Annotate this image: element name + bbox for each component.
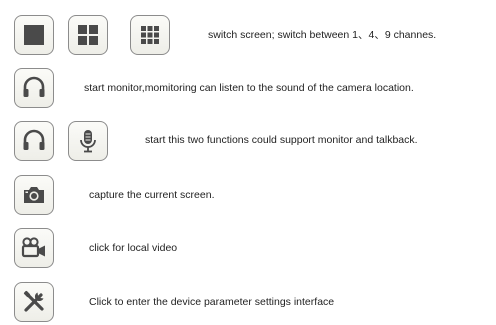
settings-button[interactable]	[14, 282, 54, 322]
capture-description: capture the current screen.	[89, 189, 215, 201]
microphone-icon	[74, 127, 102, 155]
four-screen-button[interactable]	[68, 15, 108, 55]
headphones-icon	[20, 74, 48, 102]
monitor-description: start monitor,momitoring can listen to t…	[84, 82, 414, 94]
monitor-button[interactable]	[14, 121, 54, 161]
single-screen-icon	[20, 21, 48, 49]
local-video-button[interactable]	[14, 228, 54, 268]
talkback-button[interactable]	[68, 121, 108, 161]
screen-switch-description: switch screen; switch between 1、4、9 chan…	[208, 29, 437, 41]
video-camera-icon	[20, 234, 48, 262]
monitor-talkback-description: start this two functions could support m…	[145, 134, 418, 146]
single-screen-button[interactable]	[14, 15, 54, 55]
nine-screen-icon	[136, 21, 164, 49]
headphones-icon	[20, 127, 48, 155]
camera-icon	[20, 181, 48, 209]
settings-tools-icon	[20, 288, 48, 316]
local-video-description: click for local video	[89, 242, 178, 254]
monitor-button[interactable]	[14, 68, 54, 108]
settings-description: Click to enter the device parameter sett…	[89, 296, 335, 308]
capture-button[interactable]	[14, 175, 54, 215]
nine-screen-button[interactable]	[130, 15, 170, 55]
four-screen-icon	[74, 21, 102, 49]
